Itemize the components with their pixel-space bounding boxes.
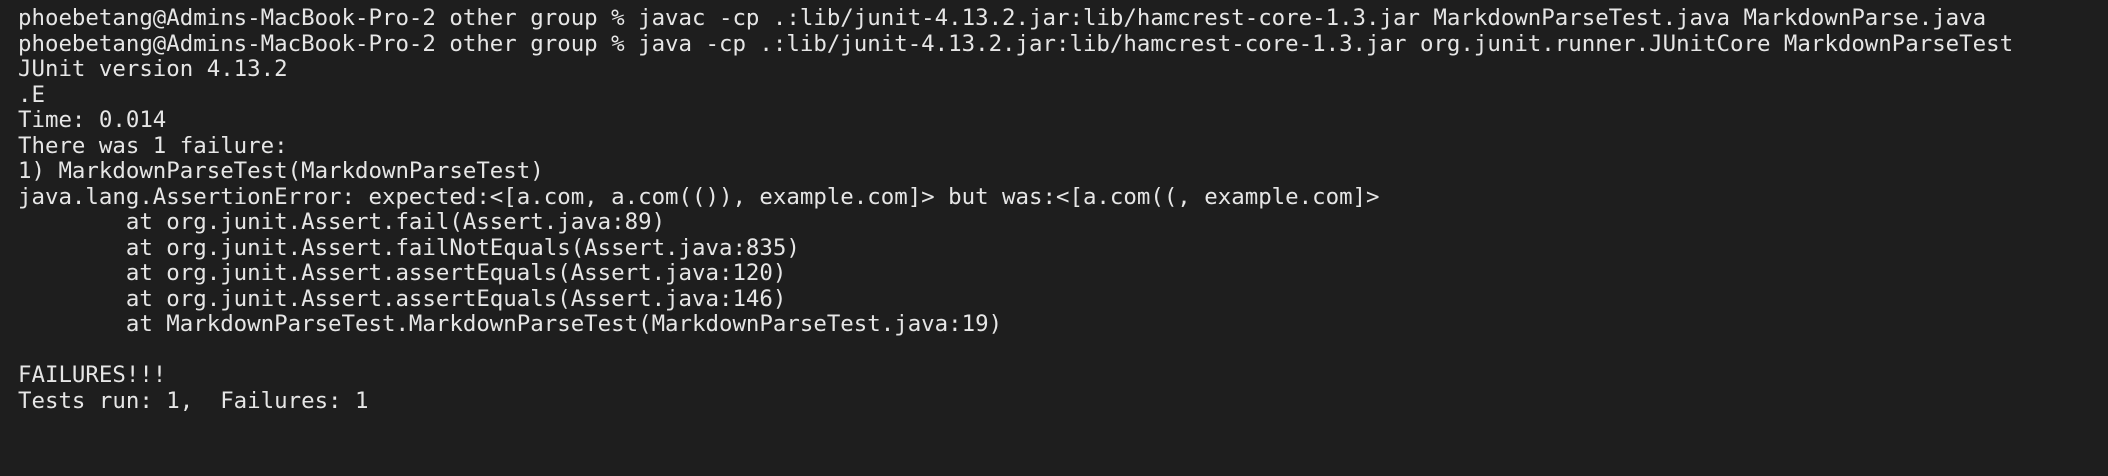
stack-trace-line: at org.junit.Assert.failNotEquals(Assert…	[18, 234, 800, 261]
command-line-javac: phoebetang@Admins-MacBook-Pro-2 other gr…	[18, 5, 1987, 31]
output-failure-count: There was 1 failure:	[18, 132, 288, 159]
output-failed-test: 1) MarkdownParseTest(MarkdownParseTest)	[18, 158, 544, 184]
stack-trace-line: at org.junit.Assert.fail(Assert.java:89)	[18, 209, 666, 235]
output-failures-banner: FAILURES!!!	[18, 362, 167, 388]
command-line-java: phoebetang@Admins-MacBook-Pro-2 other gr…	[18, 30, 2014, 57]
stack-trace-line: at org.junit.Assert.assertEquals(Assert.…	[18, 260, 787, 286]
terminal-window[interactable]: phoebetang@Admins-MacBook-Pro-2 other gr…	[0, 0, 2108, 476]
stack-trace-line: at MarkdownParseTest.MarkdownParseTest(M…	[18, 311, 1003, 337]
output-assertion-error: java.lang.AssertionError: expected:<[a.c…	[18, 183, 1380, 210]
stack-trace-line: at org.junit.Assert.assertEquals(Assert.…	[18, 285, 787, 312]
output-test-progress: .E	[18, 81, 45, 108]
output-time: Time: 0.014	[18, 107, 167, 133]
output-junit-version: JUnit version 4.13.2	[18, 56, 288, 82]
output-test-summary: Tests run: 1, Failures: 1	[18, 387, 369, 414]
